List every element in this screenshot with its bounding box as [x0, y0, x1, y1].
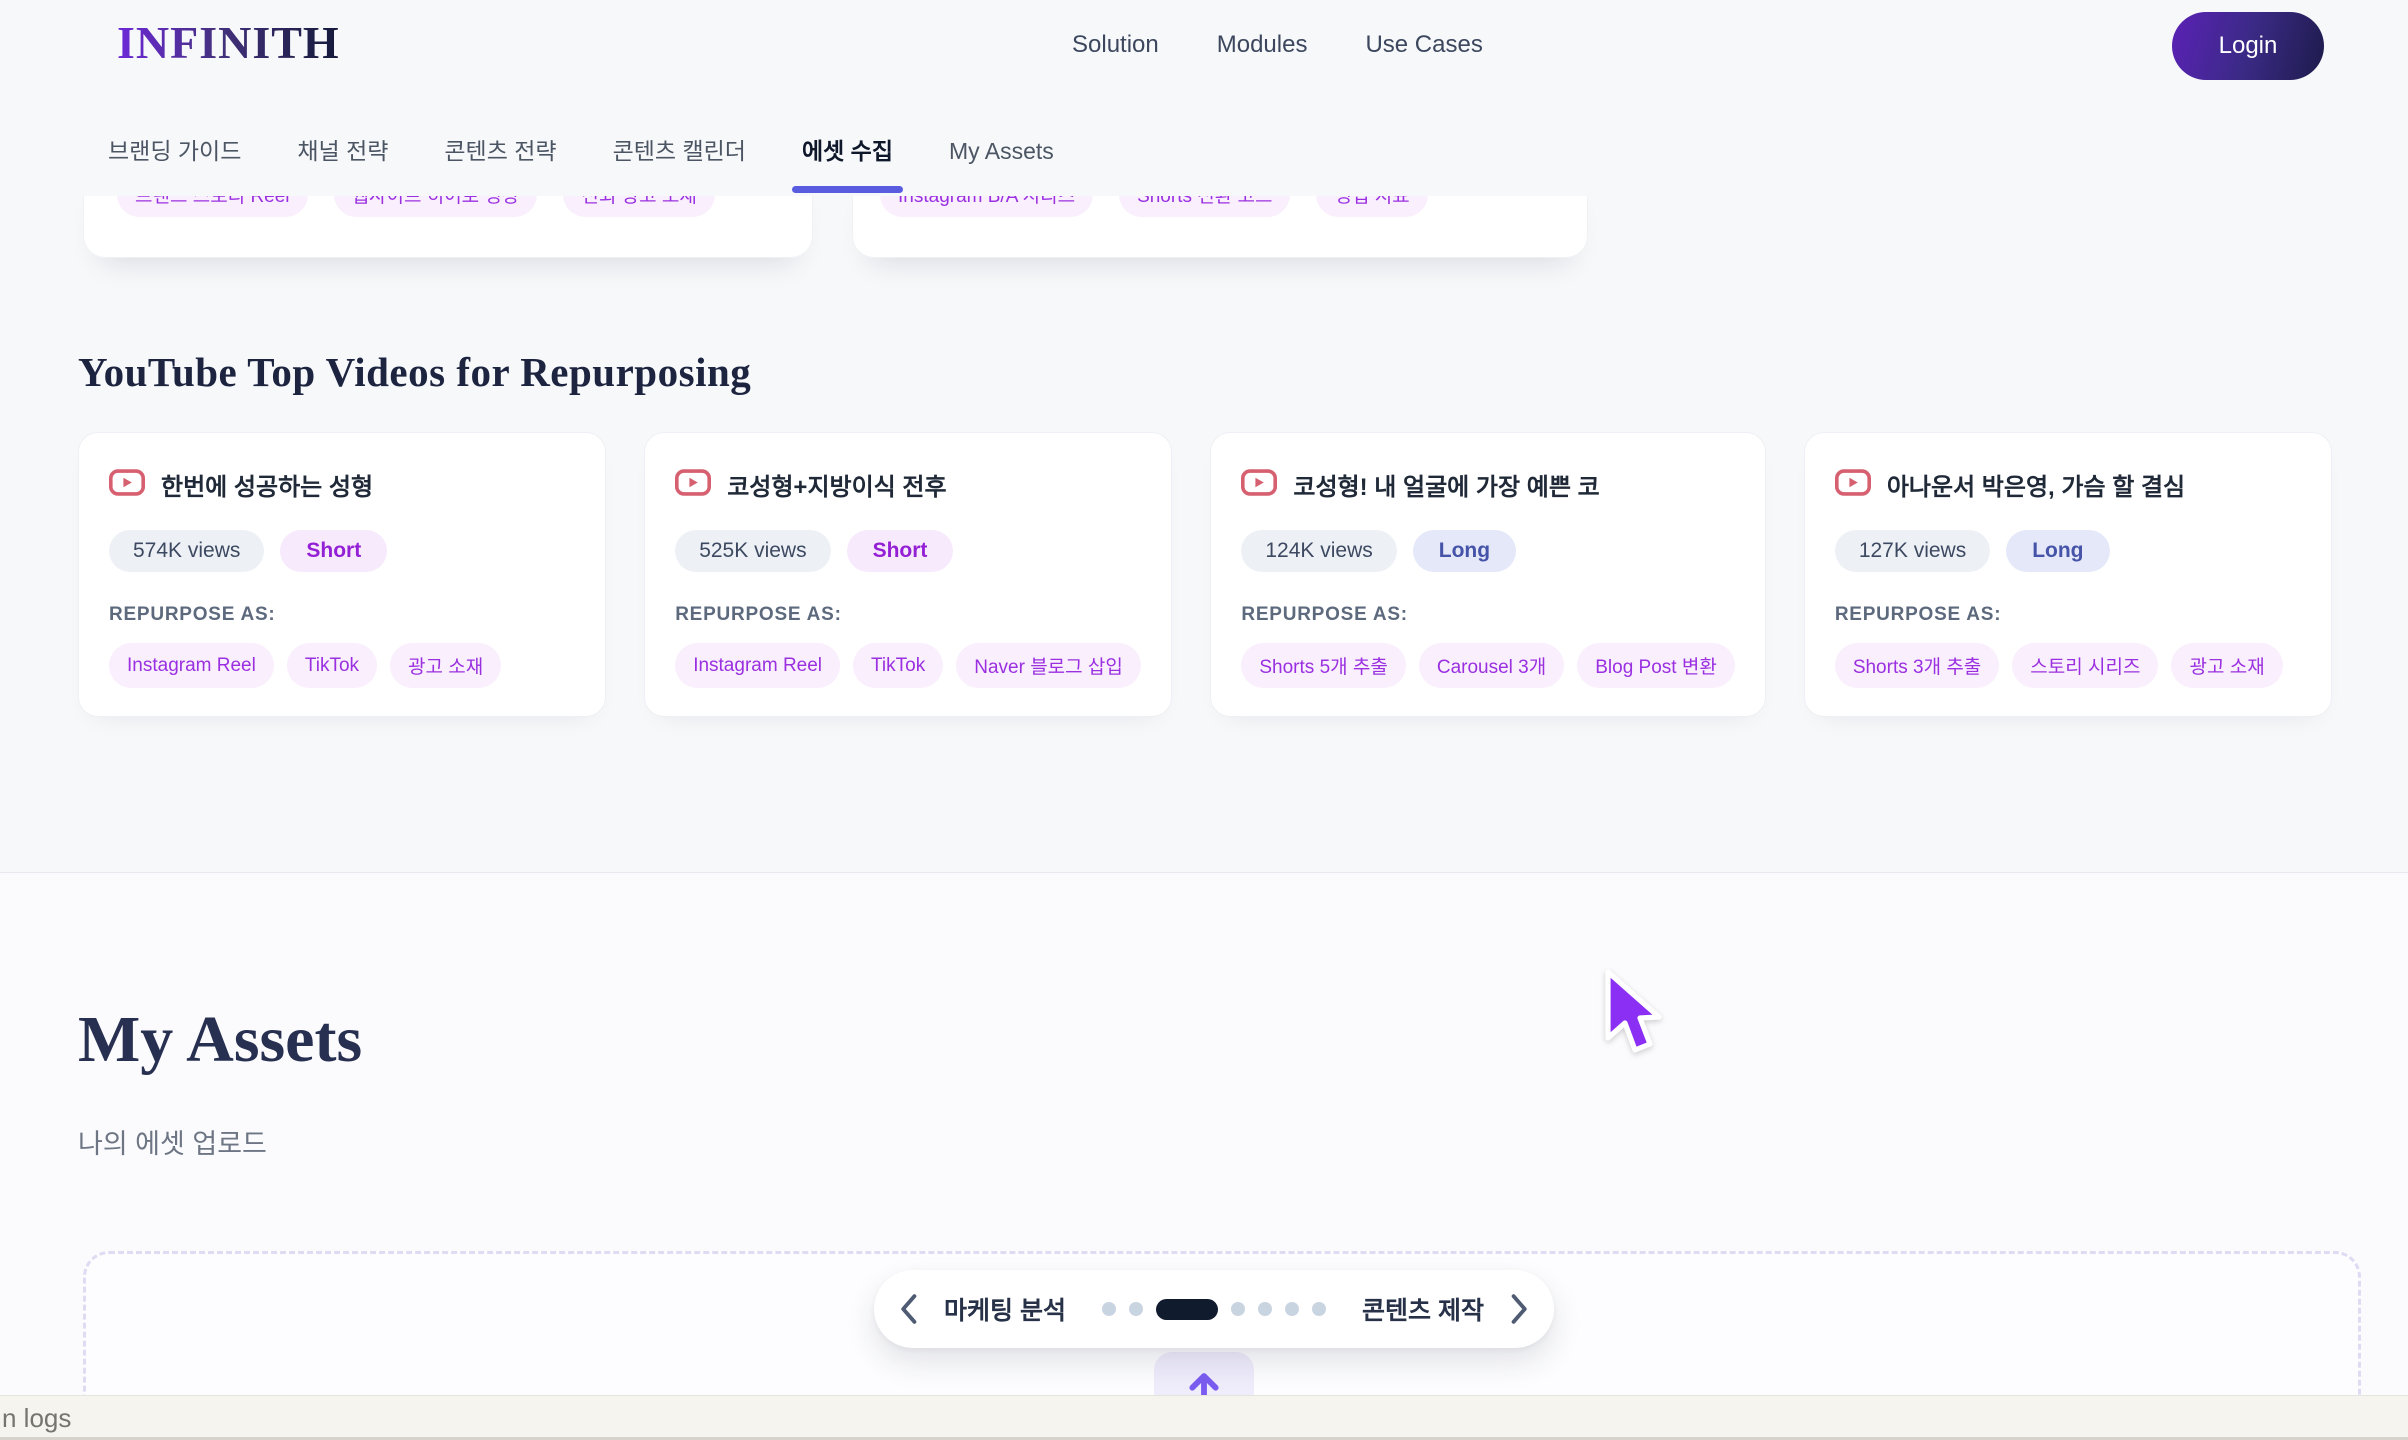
views-badge: 124K views — [1241, 530, 1396, 572]
status-bar-text[interactable]: n logs — [2, 1403, 71, 1434]
repurpose-as-label: REPURPOSE AS: — [675, 604, 1141, 626]
repurpose-tag[interactable]: Instagram Reel — [675, 643, 840, 688]
header: INFINITH Solution Modules Use Cases Logi… — [0, 0, 2408, 196]
youtube-icon — [1241, 469, 1277, 501]
carousel-dot[interactable] — [1231, 1302, 1245, 1316]
repurpose-tag[interactable]: Shorts 5개 추출 — [1241, 643, 1405, 688]
youtube-icon — [109, 469, 145, 501]
video-type-badge: Long — [1413, 530, 1516, 572]
video-card[interactable]: 아나운서 박은영, 가슴 할 결심 127K views Long REPURP… — [1804, 432, 2332, 717]
repurpose-tag[interactable]: Carousel 3개 — [1419, 643, 1564, 688]
video-type-badge: Short — [847, 530, 954, 572]
nav-item-solution[interactable]: Solution — [1072, 31, 1159, 59]
repurpose-tag[interactable]: 광고 소재 — [2171, 643, 2282, 688]
carousel-dot-active[interactable] — [1156, 1299, 1218, 1320]
my-assets-title: My Assets — [78, 1002, 362, 1078]
main-nav: Solution Modules Use Cases — [1072, 31, 1483, 59]
tab-my-assets[interactable]: My Assets — [949, 130, 1054, 172]
repurpose-tag[interactable]: TikTok — [287, 643, 377, 688]
video-card[interactable]: 코성형+지방이식 전후 525K views Short REPURPOSE A… — [644, 432, 1172, 717]
video-title: 한번에 성공하는 성형 — [161, 467, 373, 502]
repurpose-tag[interactable]: 광고 소재 — [390, 643, 501, 688]
nav-item-use-cases[interactable]: Use Cases — [1365, 31, 1482, 59]
repurpose-as-label: REPURPOSE AS: — [1241, 604, 1734, 626]
nav-item-modules[interactable]: Modules — [1217, 31, 1308, 59]
video-card[interactable]: 한번에 성공하는 성형 574K views Short REPURPOSE A… — [78, 432, 606, 717]
tab-bar: 브랜딩 가이드 채널 전략 콘텐츠 전략 콘텐츠 캘린더 에셋 수집 My As… — [108, 130, 1054, 172]
chevron-right-icon[interactable] — [1510, 1293, 1530, 1325]
carousel-dots[interactable] — [1102, 1299, 1326, 1320]
views-badge: 574K views — [109, 530, 264, 572]
logo[interactable]: INFINITH — [117, 16, 340, 69]
youtube-icon — [675, 469, 711, 501]
video-type-badge: Short — [280, 530, 387, 572]
video-title: 아나운서 박은영, 가슴 할 결심 — [1887, 467, 2185, 502]
repurpose-as-label: REPURPOSE AS: — [1835, 604, 2301, 626]
tab-channel-strategy[interactable]: 채널 전략 — [297, 130, 388, 172]
module-carousel: 마케팅 분석 콘텐츠 제작 — [874, 1270, 1554, 1348]
views-badge: 127K views — [1835, 530, 1990, 572]
my-assets-subtitle: 나의 에셋 업로드 — [78, 1122, 267, 1161]
video-type-badge: Long — [2006, 530, 2109, 572]
tab-content-strategy[interactable]: 콘텐츠 전략 — [444, 130, 556, 172]
repurpose-tag[interactable]: 스토리 시리즈 — [2012, 643, 2158, 688]
repurpose-tag[interactable]: TikTok — [853, 643, 943, 688]
carousel-dot[interactable] — [1129, 1302, 1143, 1316]
repurpose-tag[interactable]: Naver 블로그 삽입 — [956, 643, 1141, 688]
page: 브랜드 스토리 Reel 웹사이트 히어로 영상 신뢰 광고 소재 Instag… — [0, 0, 2408, 1440]
repurpose-tag[interactable]: Shorts 3개 추출 — [1835, 643, 1999, 688]
youtube-icon — [1835, 469, 1871, 501]
video-card-grid: 한번에 성공하는 성형 574K views Short REPURPOSE A… — [78, 432, 2332, 717]
tab-content-calendar[interactable]: 콘텐츠 캘린더 — [613, 130, 746, 172]
views-badge: 525K views — [675, 530, 830, 572]
video-card[interactable]: 코성형! 내 얼굴에 가장 예쁜 코 124K views Long REPUR… — [1210, 432, 1765, 717]
tab-asset-collection[interactable]: 에셋 수집 — [802, 130, 893, 172]
carousel-dot[interactable] — [1285, 1302, 1299, 1316]
carousel-dot[interactable] — [1102, 1302, 1116, 1316]
carousel-dot[interactable] — [1258, 1302, 1272, 1316]
status-bar: n logs — [0, 1395, 2408, 1440]
repurpose-tag[interactable]: Blog Post 변환 — [1577, 643, 1735, 688]
section-title-youtube-repurposing: YouTube Top Videos for Repurposing — [78, 348, 751, 396]
carousel-prev-label[interactable]: 마케팅 분석 — [944, 1291, 1066, 1327]
login-button[interactable]: Login — [2172, 12, 2324, 80]
tab-branding-guide[interactable]: 브랜딩 가이드 — [108, 130, 241, 172]
repurpose-as-label: REPURPOSE AS: — [109, 604, 575, 626]
video-title: 코성형! 내 얼굴에 가장 예쁜 코 — [1293, 467, 1599, 502]
repurpose-tag[interactable]: Instagram Reel — [109, 643, 274, 688]
video-title: 코성형+지방이식 전후 — [727, 467, 946, 502]
carousel-next-label[interactable]: 콘텐츠 제작 — [1362, 1291, 1484, 1327]
chevron-left-icon[interactable] — [898, 1293, 918, 1325]
carousel-dot[interactable] — [1312, 1302, 1326, 1316]
